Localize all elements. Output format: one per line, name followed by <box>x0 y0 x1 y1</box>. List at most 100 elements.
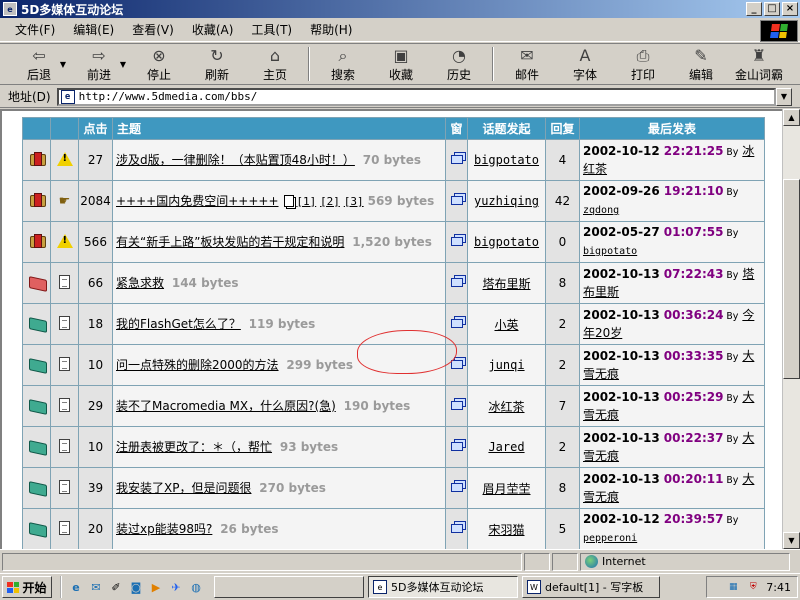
clock[interactable]: 7:41 <box>766 581 791 594</box>
new-window-cell <box>445 303 468 345</box>
author-link[interactable]: 塔布里斯 <box>482 277 530 291</box>
topic-folder-icon <box>28 480 46 494</box>
new-window-icon[interactable] <box>450 442 463 451</box>
new-window-icon[interactable] <box>450 319 463 328</box>
new-window-icon[interactable] <box>450 155 463 164</box>
printer-icon: ⎙ <box>636 45 650 65</box>
jinshan-button[interactable]: ♜ 金山词霸 <box>730 44 788 84</box>
topic-cell: 紧急求救 144 bytes <box>112 262 446 304</box>
minimize-button[interactable]: _ <box>746 2 762 16</box>
close-button[interactable]: × <box>782 2 798 16</box>
scroll-up-icon[interactable]: ▲ <box>783 109 800 126</box>
favorites-button[interactable]: ▣ 收藏 <box>372 44 430 84</box>
flashget-icon[interactable]: ✈ <box>168 579 184 595</box>
history-button[interactable]: ◔ 历史 <box>430 44 488 84</box>
stop-button[interactable]: ⊗ 停止 <box>130 44 188 84</box>
back-dropdown-icon[interactable]: ▼ <box>58 60 68 69</box>
new-window-icon[interactable] <box>450 278 463 287</box>
multipage-icon <box>284 195 295 207</box>
mail-button[interactable]: ✉ 邮件 <box>498 44 556 84</box>
scroll-down-icon[interactable]: ▼ <box>783 532 800 549</box>
page-link[interactable]: [3] <box>344 195 364 208</box>
ie-icon[interactable]: e <box>68 579 84 595</box>
table-row: ☛ 2084 ++++国内免费空间+++++ [1] [2] [3] 569 byte… <box>22 180 765 222</box>
new-window-icon[interactable] <box>450 483 463 492</box>
window-titlebar[interactable]: e 5D多媒体互动论坛 _ □ × <box>0 0 800 18</box>
scroll-thumb[interactable] <box>783 179 800 379</box>
replies-count: 8 <box>545 467 580 509</box>
outlook-icon[interactable]: ✉ <box>88 579 104 595</box>
antivirus-icon[interactable]: ⛨ <box>746 580 760 594</box>
wordpad-task-icon: W <box>527 580 541 594</box>
topic-rows: 27涉及d版，一律删除！（本贴置顶48小时！） 70 bytesbigpotat… <box>22 139 765 549</box>
topic-size: 1,520 bytes <box>352 235 432 249</box>
font-button[interactable]: A 字体 <box>556 44 614 84</box>
author-link[interactable]: yuzhiqing <box>474 194 539 208</box>
media-player-icon[interactable]: ▶ <box>148 579 164 595</box>
start-button[interactable]: 开始 <box>2 576 52 598</box>
author-link[interactable]: 小英 <box>494 318 518 332</box>
page-link[interactable]: [1] <box>296 195 316 208</box>
maximize-button[interactable]: □ <box>764 2 780 16</box>
refresh-button[interactable]: ↻ 刷新 <box>188 44 246 84</box>
topic-link[interactable]: 有关“新手上路”板块发贴的若干规定和说明 <box>116 235 344 249</box>
disk-icon[interactable]: ◙ <box>128 579 144 595</box>
new-window-icon[interactable] <box>450 401 463 410</box>
topic-link[interactable]: 紧急求救 <box>116 276 164 290</box>
new-window-cell <box>445 262 468 304</box>
document-icon <box>59 438 70 453</box>
last-post-user[interactable]: bigpotato <box>583 246 637 257</box>
author-link[interactable]: junqi <box>488 358 524 372</box>
task-browser[interactable]: e 5D多媒体互动论坛 <box>368 576 518 598</box>
network-icon[interactable]: ▦ <box>726 580 740 594</box>
menu-file[interactable]: 文件(F) <box>6 21 64 38</box>
menu-view[interactable]: 查看(V) <box>123 21 183 38</box>
search-button[interactable]: ⌕ 搜索 <box>314 44 372 84</box>
topic-link[interactable]: 问一点特殊的删除2000的方法 <box>116 358 279 372</box>
author-link[interactable]: Jared <box>488 440 524 454</box>
task-empty[interactable] <box>214 576 364 598</box>
new-window-icon[interactable] <box>450 360 463 369</box>
topic-link[interactable]: 涉及d版，一律删除！（本贴置顶48小时！） <box>116 153 355 167</box>
address-input[interactable]: e http://www.5dmedia.com/bbs/ <box>56 87 776 106</box>
pen-icon[interactable]: ✐ <box>108 579 124 595</box>
menu-tools[interactable]: 工具(T) <box>242 21 301 38</box>
topic-link[interactable]: 装过xp能装98吗? <box>116 522 212 536</box>
menu-favorites[interactable]: 收藏(A) <box>183 21 243 38</box>
topic-link[interactable]: 注册表被更改了：＊（，帮忙 <box>116 440 272 454</box>
vertical-scrollbar[interactable]: ▲ ▼ <box>782 109 800 549</box>
header-last-post: 最后发表 <box>579 117 765 140</box>
last-post-user[interactable]: pepperoni <box>583 533 637 544</box>
new-window-cell <box>445 180 468 222</box>
new-window-icon[interactable] <box>450 524 463 533</box>
author-link[interactable]: bigpotato <box>474 235 539 249</box>
author-link[interactable]: 眉月茔茔 <box>482 482 530 496</box>
table-row: 18 我的FlashGet怎么了？ 119 bytes 小英 2 2002-10-13 0… <box>22 303 765 345</box>
topic-link[interactable]: 装不了Macromedia MX，什么原因?(急) <box>116 399 336 413</box>
address-dropdown-icon[interactable]: ▼ <box>776 88 792 106</box>
topic-size: 119 bytes <box>248 317 316 331</box>
task-wordpad[interactable]: W default[1] - 写字板 <box>522 576 660 598</box>
last-post-user[interactable]: zqdong <box>583 205 619 216</box>
last-post-cell: 2002-10-12 20:39:57 By pepperoni <box>579 508 765 549</box>
topic-status-cell <box>22 385 51 427</box>
topic-link[interactable]: 我安装了XP，但是问题很 <box>116 481 251 495</box>
home-button[interactable]: ⌂ 主页 <box>246 44 304 84</box>
author-link[interactable]: bigpotato <box>474 153 539 167</box>
page-link[interactable]: [2] <box>320 195 340 208</box>
new-window-icon[interactable] <box>450 196 463 205</box>
author-link[interactable]: 宋羽猫 <box>488 523 524 537</box>
hits-count: 18 <box>78 303 113 345</box>
new-window-icon[interactable] <box>450 237 463 246</box>
edit-button[interactable]: ✎ 编辑 <box>672 44 730 84</box>
author-link[interactable]: 冰红茶 <box>488 400 524 414</box>
hits-count: 10 <box>78 426 113 468</box>
print-button[interactable]: ⎙ 打印 <box>614 44 672 84</box>
globe-quick-icon[interactable]: ◍ <box>188 579 204 595</box>
by-label: By <box>726 392 739 404</box>
menu-help[interactable]: 帮助(H) <box>301 21 361 38</box>
topic-link[interactable]: 我的FlashGet怎么了？ <box>116 317 241 331</box>
menu-edit[interactable]: 编辑(E) <box>64 21 123 38</box>
forward-dropdown-icon[interactable]: ▼ <box>118 60 128 69</box>
topic-link[interactable]: ++++国内免费空间+++++ <box>116 194 279 208</box>
